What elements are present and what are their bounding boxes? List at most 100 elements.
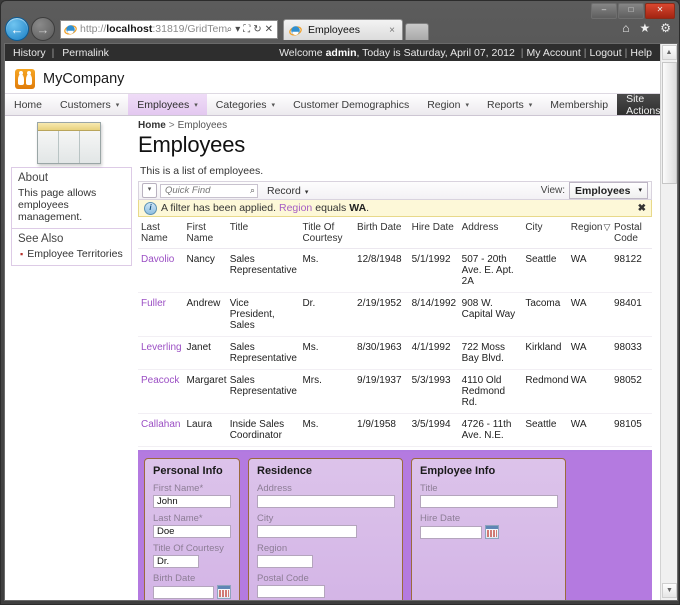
- col-address[interactable]: Address: [458, 219, 523, 249]
- row-link[interactable]: Leverling: [141, 342, 182, 353]
- vertical-scrollbar[interactable]: ▲ ▼: [660, 44, 677, 600]
- chevron-down-icon[interactable]: ▾: [235, 24, 240, 35]
- row-link[interactable]: Peacock: [141, 375, 179, 386]
- nav-item-reports[interactable]: Reports ▾: [478, 94, 541, 115]
- cell-last-name[interactable]: Davolio: [138, 248, 184, 293]
- nav-item-customer-demographics[interactable]: Customer Demographics: [284, 94, 418, 115]
- cell-hire-date: 8/14/1992: [408, 292, 459, 337]
- browser-window: – □ ✕ ← → http://localhost:31819/GridTem…: [0, 0, 680, 605]
- close-tab-icon[interactable]: ×: [386, 25, 398, 36]
- forward-icon[interactable]: →: [31, 17, 55, 41]
- cell-first-name: Andrew: [183, 292, 227, 337]
- my-account-link[interactable]: My Account: [527, 47, 581, 59]
- table-row[interactable]: Peacock Margaret Sales Representative Mr…: [138, 369, 652, 414]
- title-of-courtesy-label: Title Of Courtesy: [153, 543, 224, 554]
- cell-last-name[interactable]: Fuller: [138, 292, 184, 337]
- col-last-name[interactable]: Last Name: [138, 219, 184, 249]
- region-field[interactable]: [257, 555, 313, 568]
- cell-last-name[interactable]: Peacock: [138, 369, 184, 414]
- quick-find-box[interactable]: ⌕: [160, 183, 258, 198]
- search-input[interactable]: [163, 184, 250, 197]
- first-name-field[interactable]: John: [153, 495, 231, 508]
- scroll-down-arrow-icon[interactable]: ▼: [662, 583, 677, 598]
- employee-title-field[interactable]: [420, 495, 558, 508]
- cell-birth-date: 2/19/1952: [354, 292, 409, 337]
- col-postal-code[interactable]: Postal Code: [611, 219, 652, 249]
- cell-title: Sales Representative: [226, 248, 300, 293]
- last-name-field[interactable]: Doe: [153, 525, 231, 538]
- home-icon[interactable]: ⌂: [622, 21, 629, 35]
- nav-item-home[interactable]: Home: [5, 94, 51, 115]
- birth-date-field[interactable]: [153, 585, 214, 599]
- brand-name: MyCompany: [43, 71, 125, 87]
- filter-field[interactable]: Region: [279, 202, 312, 214]
- cell-courtesy: Dr.: [299, 292, 355, 337]
- nav-item-categories[interactable]: Categories ▾: [207, 94, 284, 115]
- grid-body: Davolio Nancy Sales Representative Ms. 1…: [138, 248, 652, 447]
- table-row[interactable]: Fuller Andrew Vice President, Sales Dr. …: [138, 292, 652, 337]
- cell-hire-date: 5/3/1993: [408, 369, 459, 414]
- scrollbar-thumb[interactable]: [662, 62, 677, 184]
- nav-item-membership[interactable]: Membership: [541, 94, 617, 115]
- breadcrumb-home[interactable]: Home: [138, 120, 166, 131]
- calendar-icon[interactable]: [485, 525, 499, 539]
- col-title-of-courtesy[interactable]: Title Of Courtesy: [299, 219, 355, 249]
- row-link[interactable]: Callahan: [141, 419, 180, 430]
- tools-gear-icon[interactable]: ⚙: [660, 21, 671, 35]
- view-selector[interactable]: Employees ▾: [569, 182, 648, 199]
- hire-date-field[interactable]: [420, 525, 482, 539]
- table-row[interactable]: Davolio Nancy Sales Representative Ms. 1…: [138, 248, 652, 293]
- filter-value: WA: [349, 202, 367, 214]
- record-menu[interactable]: Record ▾: [267, 185, 308, 197]
- postal-code-field[interactable]: [257, 585, 325, 598]
- cell-last-name[interactable]: Callahan: [138, 413, 184, 447]
- search-icon[interactable]: ⌕: [227, 24, 233, 35]
- cell-last-name[interactable]: Leverling: [138, 336, 184, 370]
- address-field[interactable]: [257, 495, 395, 508]
- col-birth-date[interactable]: Birth Date: [354, 219, 409, 249]
- see-also-box: See Also ▪ Employee Territories: [11, 229, 132, 266]
- site-brand[interactable]: MyCompany: [5, 61, 660, 93]
- city-field[interactable]: [257, 525, 357, 538]
- site-actions-button[interactable]: Site Actions▾: [617, 93, 660, 117]
- nav-item-region[interactable]: Region ▾: [418, 94, 478, 115]
- cell-city: Redmond: [522, 369, 569, 414]
- search-icon[interactable]: ⌕: [250, 185, 255, 196]
- row-link[interactable]: Fuller: [141, 298, 166, 309]
- cell-birth-date: 1/9/1958: [354, 413, 409, 447]
- sidebar: About This page allows employees managem…: [5, 116, 132, 600]
- favorites-star-icon[interactable]: ★: [639, 21, 650, 35]
- permalink-link[interactable]: Permalink: [62, 47, 109, 59]
- nav-item-employees[interactable]: Employees ▾: [128, 94, 207, 115]
- see-also-title: See Also: [18, 233, 64, 245]
- refresh-icon[interactable]: ↻: [253, 24, 261, 35]
- col-region[interactable]: Region▽: [567, 219, 611, 249]
- calendar-icon[interactable]: [217, 585, 231, 599]
- col-title[interactable]: Title: [226, 219, 300, 249]
- address-bar[interactable]: http://localhost:31819/GridTemplateV ⌕ ▾…: [60, 19, 278, 39]
- chevron-down-icon: ▾: [115, 101, 120, 109]
- toolbar-expand-icon[interactable]: ▾: [142, 183, 157, 198]
- col-city[interactable]: City: [522, 219, 568, 249]
- tab-employees[interactable]: Employees ×: [283, 19, 403, 40]
- cell-birth-date: 12/8/1948: [354, 248, 409, 293]
- close-filter-icon[interactable]: ✖: [638, 203, 646, 214]
- nav-item-customers[interactable]: Customers ▾: [51, 94, 128, 115]
- row-link[interactable]: Davolio: [141, 254, 174, 265]
- table-row[interactable]: Leverling Janet Sales Representative Ms.…: [138, 336, 652, 370]
- table-row[interactable]: Callahan Laura Inside Sales Coordinator …: [138, 413, 652, 447]
- back-icon[interactable]: ←: [5, 17, 29, 41]
- cell-title: Sales Representative: [226, 369, 300, 414]
- see-also-item[interactable]: ▪ Employee Territories: [12, 248, 131, 265]
- logout-link[interactable]: Logout: [590, 47, 622, 59]
- col-hire-date[interactable]: Hire Date: [408, 219, 459, 249]
- history-link[interactable]: History: [13, 47, 46, 59]
- new-tab-button[interactable]: [405, 23, 429, 40]
- stop-icon[interactable]: ✕: [265, 24, 273, 35]
- cell-birth-date: 9/19/1937: [354, 369, 409, 414]
- compatibility-view-icon[interactable]: ⛶: [243, 24, 250, 35]
- help-link[interactable]: Help: [630, 47, 652, 59]
- col-first-name[interactable]: First Name: [183, 219, 227, 249]
- title-of-courtesy-field[interactable]: Dr.: [153, 555, 199, 568]
- scroll-up-arrow-icon[interactable]: ▲: [661, 45, 677, 60]
